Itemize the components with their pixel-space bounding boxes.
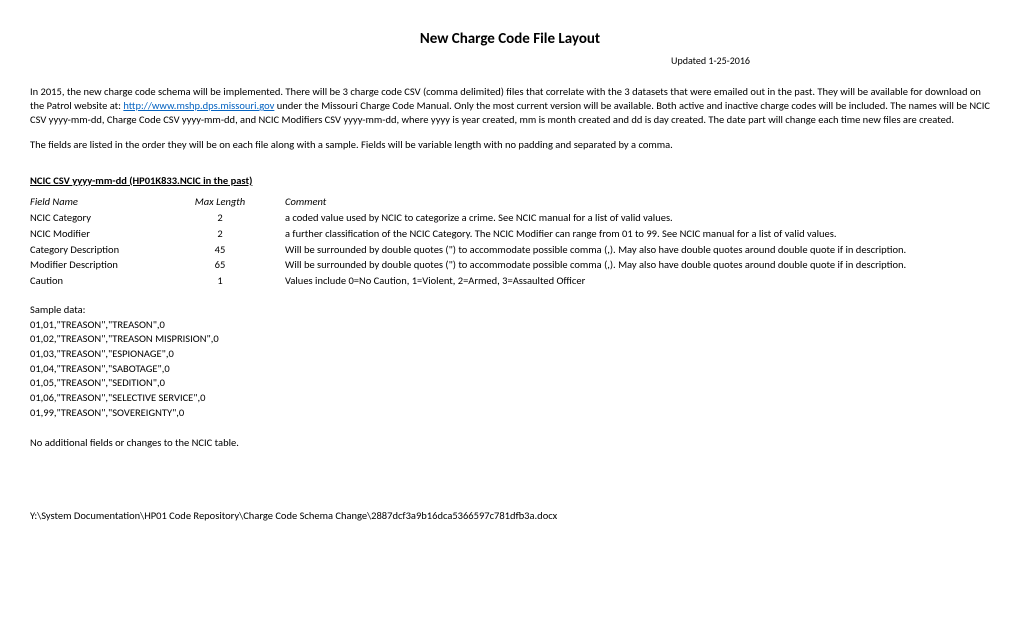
patrol-website-link[interactable]: http://www.mshp.dps.missouri.gov — [123, 99, 274, 112]
intro-paragraph-2: The fields are listed in the order they … — [30, 138, 990, 152]
cell-len: 2 — [185, 211, 285, 226]
sample-line: 01,06,"TREASON","SELECTIVE SERVICE",0 — [30, 391, 990, 406]
sample-line: 01,01,"TREASON","TREASON",0 — [30, 318, 990, 333]
footer-file-path: Y:\System Documentation\HP01 Code Reposi… — [30, 509, 990, 522]
sample-line: 01,04,"TREASON","SABOTAGE",0 — [30, 362, 990, 377]
cell-len: 45 — [185, 243, 285, 258]
cell-len: 2 — [185, 227, 285, 242]
cell-name: NCIC Category — [30, 211, 185, 226]
sample-line: 01,02,"TREASON","TREASON MISPRISION",0 — [30, 332, 990, 347]
intro-paragraph-1: In 2015, the new charge code schema will… — [30, 85, 990, 128]
table-row: Modifier Description 65 Will be surround… — [30, 258, 990, 273]
sample-line: 01,03,"TREASON","ESPIONAGE",0 — [30, 347, 990, 362]
cell-comment: a further classification of the NCIC Cat… — [285, 227, 990, 242]
header-comment: Comment — [285, 195, 990, 210]
cell-len: 65 — [185, 258, 285, 273]
updated-date: Updated 1-25-2016 — [30, 54, 990, 67]
table-row: Caution 1 Values include 0=No Caution, 1… — [30, 274, 990, 289]
header-max-length: Max Length — [185, 195, 285, 210]
sample-data-block: Sample data: 01,01,"TREASON","TREASON",0… — [30, 303, 990, 421]
header-field-name: Field Name — [30, 195, 185, 210]
table-row: NCIC Category 2 a coded value used by NC… — [30, 211, 990, 226]
cell-comment: Will be surrounded by double quotes (") … — [285, 243, 990, 258]
cell-len: 1 — [185, 274, 285, 289]
sample-line: 01,99,"TREASON","SOVEREIGNTY",0 — [30, 406, 990, 421]
page-title: New Charge Code File Layout — [30, 30, 990, 48]
sample-line: 01,05,"TREASON","SEDITION",0 — [30, 376, 990, 391]
table-row: NCIC Modifier 2 a further classification… — [30, 227, 990, 242]
field-table: Field Name Max Length Comment NCIC Categ… — [30, 195, 990, 289]
cell-comment: a coded value used by NCIC to categorize… — [285, 211, 990, 226]
table-row: Category Description 45 Will be surround… — [30, 243, 990, 258]
cell-name: Modifier Description — [30, 258, 185, 273]
sample-label: Sample data: — [30, 303, 990, 318]
cell-name: Category Description — [30, 243, 185, 258]
cell-name: NCIC Modifier — [30, 227, 185, 242]
section-heading-ncic: NCIC CSV yyyy-mm-dd (HP01K833.NCIC in th… — [30, 174, 990, 187]
cell-comment: Values include 0=No Caution, 1=Violent, … — [285, 274, 990, 289]
cell-name: Caution — [30, 274, 185, 289]
table-header-row: Field Name Max Length Comment — [30, 195, 990, 210]
closing-note: No additional fields or changes to the N… — [30, 436, 990, 449]
cell-comment: Will be surrounded by double quotes (") … — [285, 258, 990, 273]
